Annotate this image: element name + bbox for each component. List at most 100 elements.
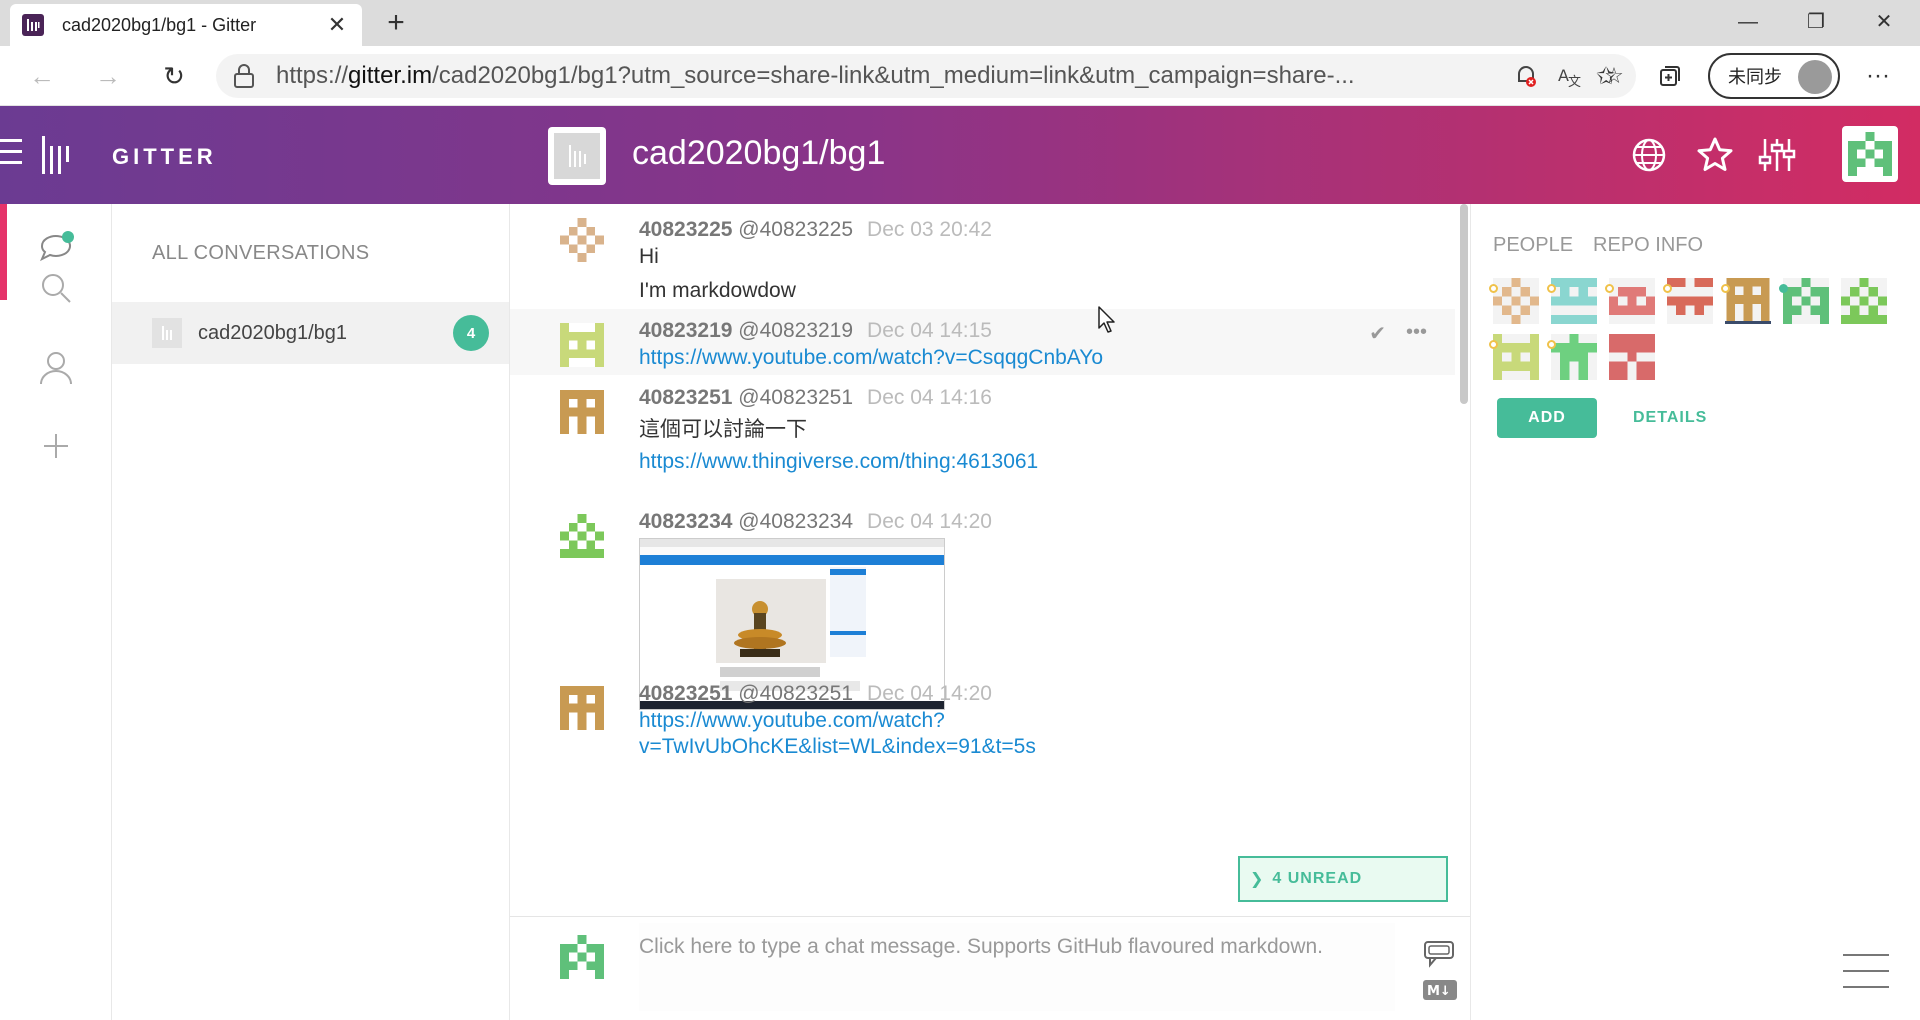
person-avatar[interactable] <box>1547 278 1597 324</box>
message-link[interactable]: https://www.thingiverse.com/thing:461306… <box>639 450 1038 474</box>
message-username[interactable]: 40823251 <box>639 682 732 705</box>
people-icon[interactable] <box>36 348 76 388</box>
favorites-list-icon[interactable]: ✩ <box>1586 58 1626 94</box>
chat-message: 40823219 @40823219 Dec 04 14:15 https://w… <box>510 309 1455 375</box>
lock-icon <box>234 64 254 88</box>
globe-icon[interactable] <box>1628 134 1670 176</box>
avatar[interactable] <box>560 390 604 434</box>
message-link[interactable]: v=TwIvUbOhcKE&list=WL&index=91&t=5s <box>639 735 1036 759</box>
mouse-cursor-icon <box>1098 306 1115 333</box>
new-tab-button[interactable]: + <box>380 6 412 40</box>
message-time[interactable]: Dec 04 14:16 <box>867 386 992 409</box>
back-icon[interactable]: ← <box>24 58 60 94</box>
hamburger-menu-icon[interactable] <box>0 139 22 172</box>
message-username[interactable]: 40823234 <box>639 510 732 533</box>
compose-mode-icon[interactable] <box>1422 939 1458 969</box>
chat-message-list: 40823225 @40823225 Dec 03 20:42 Hi I'm ma… <box>510 204 1470 916</box>
address-bar: ← → ↻ https://gitter.im/cad2020bg1/bg1?u… <box>0 46 1920 106</box>
chat-message: 40823225 @40823225 Dec 03 20:42 Hi I'm ma… <box>510 204 1455 304</box>
person-avatar[interactable] <box>1547 334 1597 380</box>
message-time[interactable]: Dec 04 14:20 <box>867 510 992 533</box>
message-handle: @40823251 <box>738 682 854 705</box>
forward-icon[interactable]: → <box>90 58 126 94</box>
message-time[interactable]: Dec 04 14:20 <box>867 682 992 705</box>
window-close-icon[interactable]: ✕ <box>1864 6 1904 38</box>
markdown-icon[interactable]: M↓ <box>1422 975 1458 1005</box>
details-link[interactable]: DETAILS <box>1633 409 1707 427</box>
message-handle: @40823219 <box>738 319 854 342</box>
gitter-brand: GITTER <box>112 144 217 169</box>
browser-menu-icon[interactable]: ··· <box>1858 58 1898 94</box>
gitter-header: GITTER cad2020bg1/bg1 <box>0 106 1920 204</box>
unread-button[interactable]: ❯ 4 UNREAD <box>1238 856 1448 902</box>
profile-button[interactable]: 未同步 <box>1708 53 1840 99</box>
left-nav-rail <box>0 204 112 1020</box>
tab-repo-info[interactable]: REPO INFO <box>1593 234 1703 257</box>
message-link[interactable]: https://www.youtube.com/watch?v=CsqqgCnb… <box>639 346 1103 370</box>
settings-sliders-icon[interactable] <box>1756 134 1798 176</box>
user-avatar[interactable] <box>1842 126 1898 182</box>
star-icon[interactable] <box>1694 134 1736 176</box>
avatar[interactable] <box>560 686 604 730</box>
message-username[interactable]: 40823219 <box>639 319 732 342</box>
message-time[interactable]: Dec 03 20:42 <box>867 218 992 241</box>
message-username[interactable]: 40823225 <box>639 218 732 241</box>
collections-icon[interactable] <box>1650 58 1690 94</box>
notification-blocked-icon[interactable] <box>1504 58 1548 94</box>
more-actions-icon[interactable]: ••• <box>1406 321 1427 346</box>
panel-menu-icon[interactable] <box>1843 954 1889 1002</box>
message-handle: @40823234 <box>738 510 854 533</box>
message-header: 40823234 @40823234 Dec 04 14:20 <box>639 510 992 534</box>
search-icon[interactable] <box>36 268 76 308</box>
person-avatar[interactable] <box>1779 278 1829 324</box>
right-panel-tabs: PEOPLE REPO INFO <box>1493 234 1703 257</box>
conversation-item[interactable]: cad2020bg1/bg1 4 <box>112 302 509 364</box>
message-text: Hi <box>639 245 659 268</box>
conversations-icon[interactable] <box>36 228 76 268</box>
avatar[interactable] <box>560 218 604 262</box>
right-panel: PEOPLE REPO INFO ADD DETAILS <box>1470 204 1920 1020</box>
message-time[interactable]: Dec 04 14:15 <box>867 319 992 342</box>
avatar <box>560 935 604 979</box>
message-text: 這個可以討論一下 <box>639 418 807 441</box>
message-link[interactable]: https://www.youtube.com/watch? <box>639 709 945 733</box>
gitter-logo-icon[interactable] <box>42 136 69 174</box>
message-header: 40823251 @40823251 Dec 04 14:20 <box>639 682 992 706</box>
tab-close-icon[interactable]: ✕ <box>324 12 350 38</box>
add-icon[interactable] <box>36 426 76 466</box>
svg-text:M↓: M↓ <box>1427 984 1451 999</box>
person-avatar[interactable] <box>1841 278 1887 324</box>
person-avatar[interactable] <box>1489 278 1539 324</box>
person-avatar[interactable] <box>1605 278 1655 324</box>
person-avatar[interactable] <box>1663 278 1713 324</box>
person-avatar[interactable] <box>1721 278 1771 324</box>
add-people-button[interactable]: ADD <box>1497 398 1597 438</box>
svg-text:文: 文 <box>1568 75 1581 89</box>
url-prefix: https:// <box>276 62 349 89</box>
avatar[interactable] <box>560 514 604 558</box>
tab-people[interactable]: PEOPLE <box>1493 234 1573 257</box>
message-handle: @40823251 <box>738 386 854 409</box>
url-host: gitter.im <box>348 62 433 89</box>
chat-scrollbar[interactable] <box>1458 204 1470 404</box>
minimize-icon[interactable]: — <box>1728 6 1768 38</box>
chat-input[interactable]: Click here to type a chat message. Suppo… <box>639 923 1395 1011</box>
chat-input-area: Click here to type a chat message. Suppo… <box>510 916 1470 1020</box>
conversation-name: cad2020bg1/bg1 <box>198 321 348 344</box>
restore-icon[interactable]: ❐ <box>1796 6 1836 38</box>
avatar[interactable] <box>560 323 604 367</box>
url-field[interactable]: https://gitter.im/cad2020bg1/bg1?utm_sou… <box>216 54 1636 98</box>
reload-icon[interactable]: ↻ <box>156 58 192 94</box>
url-path: /cad2020bg1/bg1?utm_source=share-link&ut… <box>432 62 1355 89</box>
message-header: 40823251 @40823251 Dec 04 14:16 <box>639 386 992 410</box>
person-avatar[interactable] <box>1609 334 1655 380</box>
message-handle: @40823225 <box>738 218 854 241</box>
message-username[interactable]: 40823251 <box>639 386 732 409</box>
browser-tab[interactable]: cad2020bg1/bg1 - Gitter ✕ <box>10 4 362 46</box>
scrollbar-thumb[interactable] <box>1460 204 1468 404</box>
person-avatar[interactable] <box>1489 334 1539 380</box>
browser-tab-bar: cad2020bg1/bg1 - Gitter ✕ + — ❐ ✕ <box>0 0 1920 46</box>
message-header: 40823219 @40823219 Dec 04 14:15 <box>639 319 992 343</box>
unread-count-badge: 4 <box>453 315 489 351</box>
room-avatar <box>548 127 606 185</box>
